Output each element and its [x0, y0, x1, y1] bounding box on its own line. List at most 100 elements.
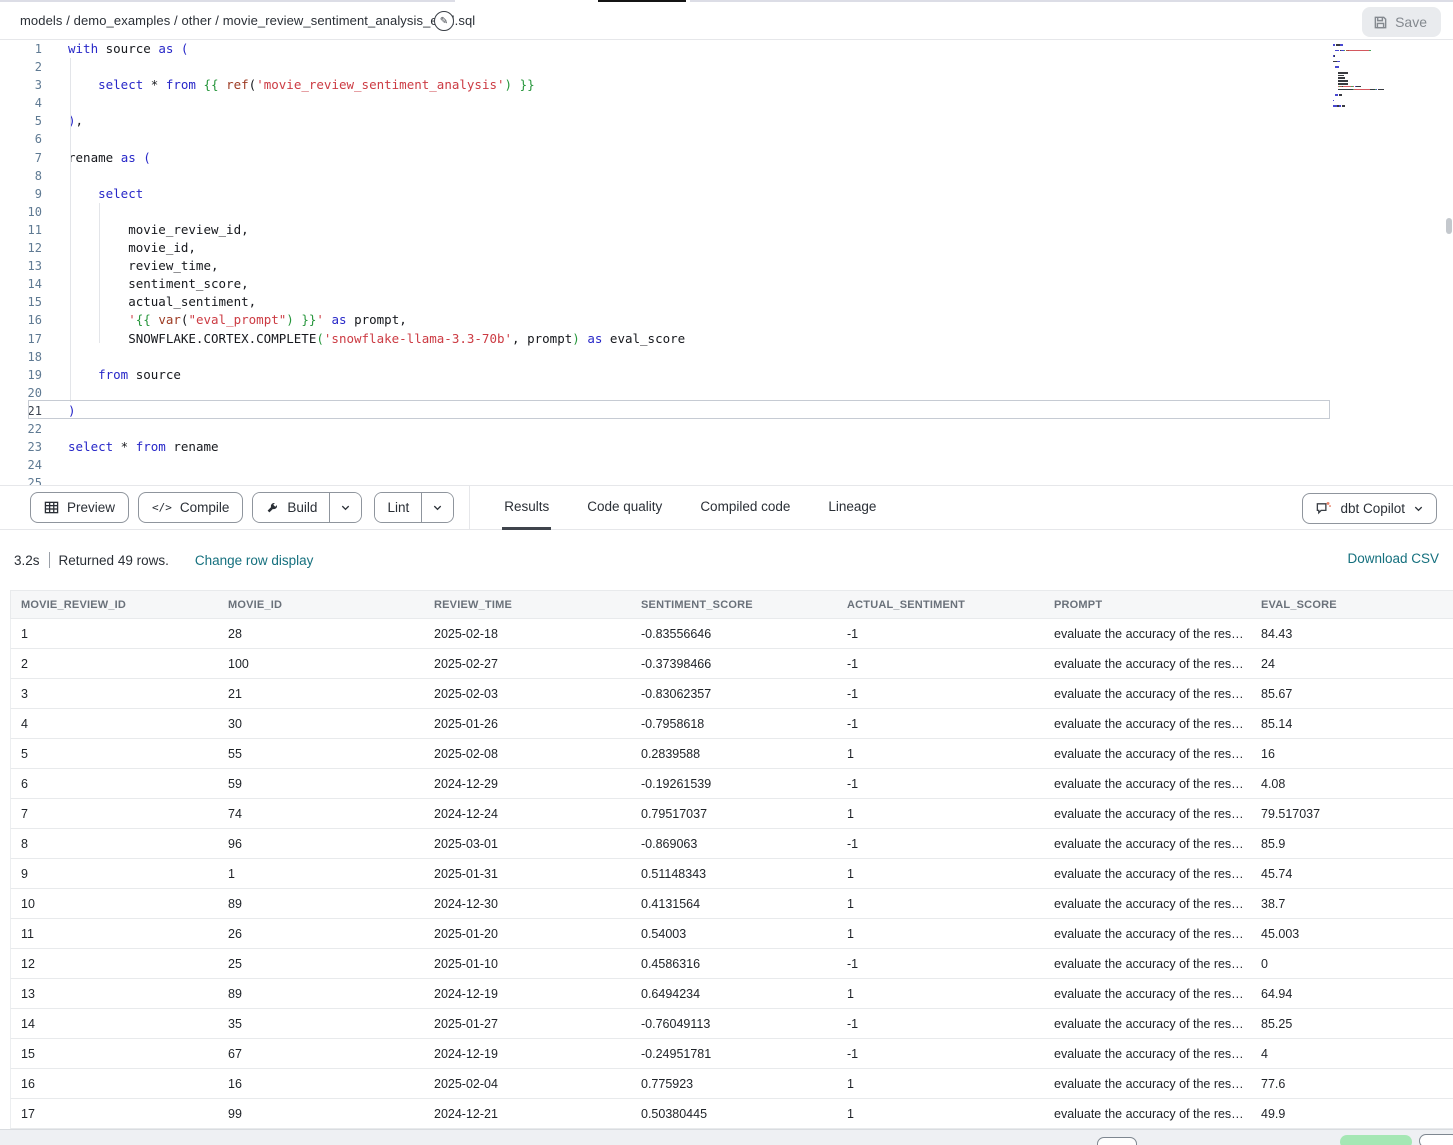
table-row[interactable]: 10892024-12-300.41315641evaluate the acc… — [10, 889, 1453, 919]
cell-prompt[interactable]: evaluate the accuracy of the res… — [1044, 709, 1251, 738]
bottom-button-partial[interactable] — [1097, 1137, 1137, 1145]
column-header-review_time[interactable]: REVIEW_TIME — [424, 591, 631, 618]
build-button[interactable]: Build — [253, 493, 330, 522]
code-line[interactable]: 18 — [0, 348, 1453, 366]
code-line[interactable]: 23select * from rename — [0, 438, 1453, 456]
code-line[interactable]: 12 movie_id, — [0, 239, 1453, 257]
dbt-ide-app: models / demo_examples / other / movie_r… — [0, 0, 1453, 1145]
editor-minimap[interactable] — [1333, 44, 1433, 114]
code-line[interactable]: 4 — [0, 94, 1453, 112]
change-row-display-link[interactable]: Change row display — [195, 553, 314, 568]
cell-movie_review_id: 5 — [11, 739, 218, 768]
code-line[interactable]: 1with source as ( — [0, 40, 1453, 58]
cell-prompt[interactable]: evaluate the accuracy of the res… — [1044, 889, 1251, 918]
save-button[interactable]: Save — [1362, 7, 1441, 37]
preview-button[interactable]: Preview — [30, 492, 129, 523]
table-row[interactable]: 1282025-02-18-0.83556646-1evaluate the a… — [10, 619, 1453, 649]
compile-button[interactable]: </> Compile — [138, 492, 243, 523]
code-line[interactable]: 7rename as ( — [0, 149, 1453, 167]
cell-prompt[interactable]: evaluate the accuracy of the res… — [1044, 769, 1251, 798]
tab-code-quality[interactable]: Code quality — [585, 485, 664, 530]
table-row[interactable]: 11262025-01-200.540031evaluate the accur… — [10, 919, 1453, 949]
minimap-line — [1333, 44, 1433, 46]
minimap-line — [1333, 61, 1433, 63]
cell-review_time: 2025-01-26 — [424, 709, 631, 738]
cell-prompt[interactable]: evaluate the accuracy of the res… — [1044, 799, 1251, 828]
edit-file-icon[interactable]: ✎ — [434, 11, 454, 31]
code-line[interactable]: 14 sentiment_score, — [0, 275, 1453, 293]
code-line[interactable]: 11 movie_review_id, — [0, 221, 1453, 239]
column-header-movie_id[interactable]: MOVIE_ID — [218, 591, 424, 618]
table-row[interactable]: 13892024-12-190.64942341evaluate the acc… — [10, 979, 1453, 1009]
table-row[interactable]: 17992024-12-210.503804451evaluate the ac… — [10, 1099, 1453, 1129]
table-row[interactable]: 21002025-02-27-0.37398466-1evaluate the … — [10, 649, 1453, 679]
code-line[interactable]: 25 — [0, 474, 1453, 485]
minimap-line — [1333, 80, 1433, 82]
cell-prompt[interactable]: evaluate the accuracy of the res… — [1044, 829, 1251, 858]
code-line[interactable]: 9 select — [0, 185, 1453, 203]
breadcrumb[interactable]: models / demo_examples / other / movie_r… — [20, 13, 475, 28]
cell-prompt[interactable]: evaluate the accuracy of the res… — [1044, 1009, 1251, 1038]
code-line[interactable]: 19 from source — [0, 366, 1453, 384]
cell-prompt[interactable]: evaluate the accuracy of the res… — [1044, 1099, 1251, 1128]
code-line[interactable]: 10 — [0, 203, 1453, 221]
cell-movie_id: 1 — [218, 859, 424, 888]
table-row[interactable]: 14352025-01-27-0.76049113-1evaluate the … — [10, 1009, 1453, 1039]
cell-eval_score: 85.25 — [1251, 1009, 1444, 1038]
bottom-white-button-partial[interactable] — [1419, 1134, 1453, 1145]
cell-prompt[interactable]: evaluate the accuracy of the res… — [1044, 649, 1251, 678]
build-dropdown-button[interactable] — [330, 493, 361, 522]
lint-dropdown-button[interactable] — [422, 493, 453, 522]
dbt-copilot-button[interactable]: dbt Copilot — [1302, 493, 1437, 524]
cell-prompt[interactable]: evaluate the accuracy of the res… — [1044, 679, 1251, 708]
cell-prompt[interactable]: evaluate the accuracy of the res… — [1044, 1039, 1251, 1068]
code-line[interactable]: 5), — [0, 112, 1453, 130]
table-row[interactable]: 8962025-03-01-0.869063-1evaluate the acc… — [10, 829, 1453, 859]
lint-button[interactable]: Lint — [375, 493, 422, 522]
cell-prompt[interactable]: evaluate the accuracy of the res… — [1044, 739, 1251, 768]
table-row[interactable]: 16162025-02-040.7759231evaluate the accu… — [10, 1069, 1453, 1099]
table-row[interactable]: 15672024-12-19-0.24951781-1evaluate the … — [10, 1039, 1453, 1069]
column-header-actual_sentiment[interactable]: ACTUAL_SENTIMENT — [837, 591, 1044, 618]
minimap-line — [1333, 105, 1433, 107]
code-line[interactable]: 21) — [0, 402, 1453, 420]
tab-results[interactable]: Results — [502, 485, 551, 530]
cell-prompt[interactable]: evaluate the accuracy of the res… — [1044, 619, 1251, 648]
column-header-sentiment_score[interactable]: SENTIMENT_SCORE — [631, 591, 837, 618]
table-row[interactable]: 4302025-01-26-0.7958618-1evaluate the ac… — [10, 709, 1453, 739]
code-line[interactable]: 2 — [0, 58, 1453, 76]
code-line[interactable]: 15 actual_sentiment, — [0, 293, 1453, 311]
code-line[interactable]: 17 SNOWFLAKE.CORTEX.COMPLETE('snowflake-… — [0, 330, 1453, 348]
bottom-green-pill[interactable] — [1340, 1135, 1412, 1145]
column-header-prompt[interactable]: PROMPT — [1044, 591, 1251, 618]
code-line[interactable]: 20 — [0, 384, 1453, 402]
tab-lineage[interactable]: Lineage — [826, 485, 878, 530]
code-line[interactable]: 6 — [0, 130, 1453, 148]
cell-prompt[interactable]: evaluate the accuracy of the res… — [1044, 919, 1251, 948]
table-row[interactable]: 6592024-12-29-0.19261539-1evaluate the a… — [10, 769, 1453, 799]
code-line[interactable]: 13 review_time, — [0, 257, 1453, 275]
code-line[interactable]: 22 — [0, 420, 1453, 438]
table-row[interactable]: 3212025-02-03-0.83062357-1evaluate the a… — [10, 679, 1453, 709]
table-body: 1282025-02-18-0.83556646-1evaluate the a… — [0, 619, 1453, 1129]
cell-movie_review_id: 17 — [11, 1099, 218, 1128]
column-header-eval_score[interactable]: EVAL_SCORE — [1251, 591, 1444, 618]
code-line[interactable]: 8 — [0, 167, 1453, 185]
prompt-preview-text: evaluate the accuracy of the res… — [1054, 627, 1244, 641]
cell-prompt[interactable]: evaluate the accuracy of the res… — [1044, 949, 1251, 978]
code-line[interactable]: 24 — [0, 456, 1453, 474]
table-row[interactable]: 7742024-12-240.795170371evaluate the acc… — [10, 799, 1453, 829]
table-row[interactable]: 912025-01-310.511483431evaluate the accu… — [10, 859, 1453, 889]
cell-prompt[interactable]: evaluate the accuracy of the res… — [1044, 1069, 1251, 1098]
editor-scrollbar[interactable] — [1446, 218, 1452, 234]
code-line[interactable]: 3 select * from {{ ref('movie_review_sen… — [0, 76, 1453, 94]
code-editor[interactable]: 1with source as (23 select * from {{ ref… — [0, 40, 1453, 485]
download-csv-link[interactable]: Download CSV — [1347, 551, 1439, 566]
tab-compiled-code[interactable]: Compiled code — [698, 485, 792, 530]
table-row[interactable]: 12252025-01-100.4586316-1evaluate the ac… — [10, 949, 1453, 979]
code-line[interactable]: 16 '{{ var("eval_prompt") }}' as prompt, — [0, 311, 1453, 329]
cell-prompt[interactable]: evaluate the accuracy of the res… — [1044, 859, 1251, 888]
column-header-movie_review_id[interactable]: MOVIE_REVIEW_ID — [11, 591, 218, 618]
cell-prompt[interactable]: evaluate the accuracy of the res… — [1044, 979, 1251, 1008]
table-row[interactable]: 5552025-02-080.28395881evaluate the accu… — [10, 739, 1453, 769]
